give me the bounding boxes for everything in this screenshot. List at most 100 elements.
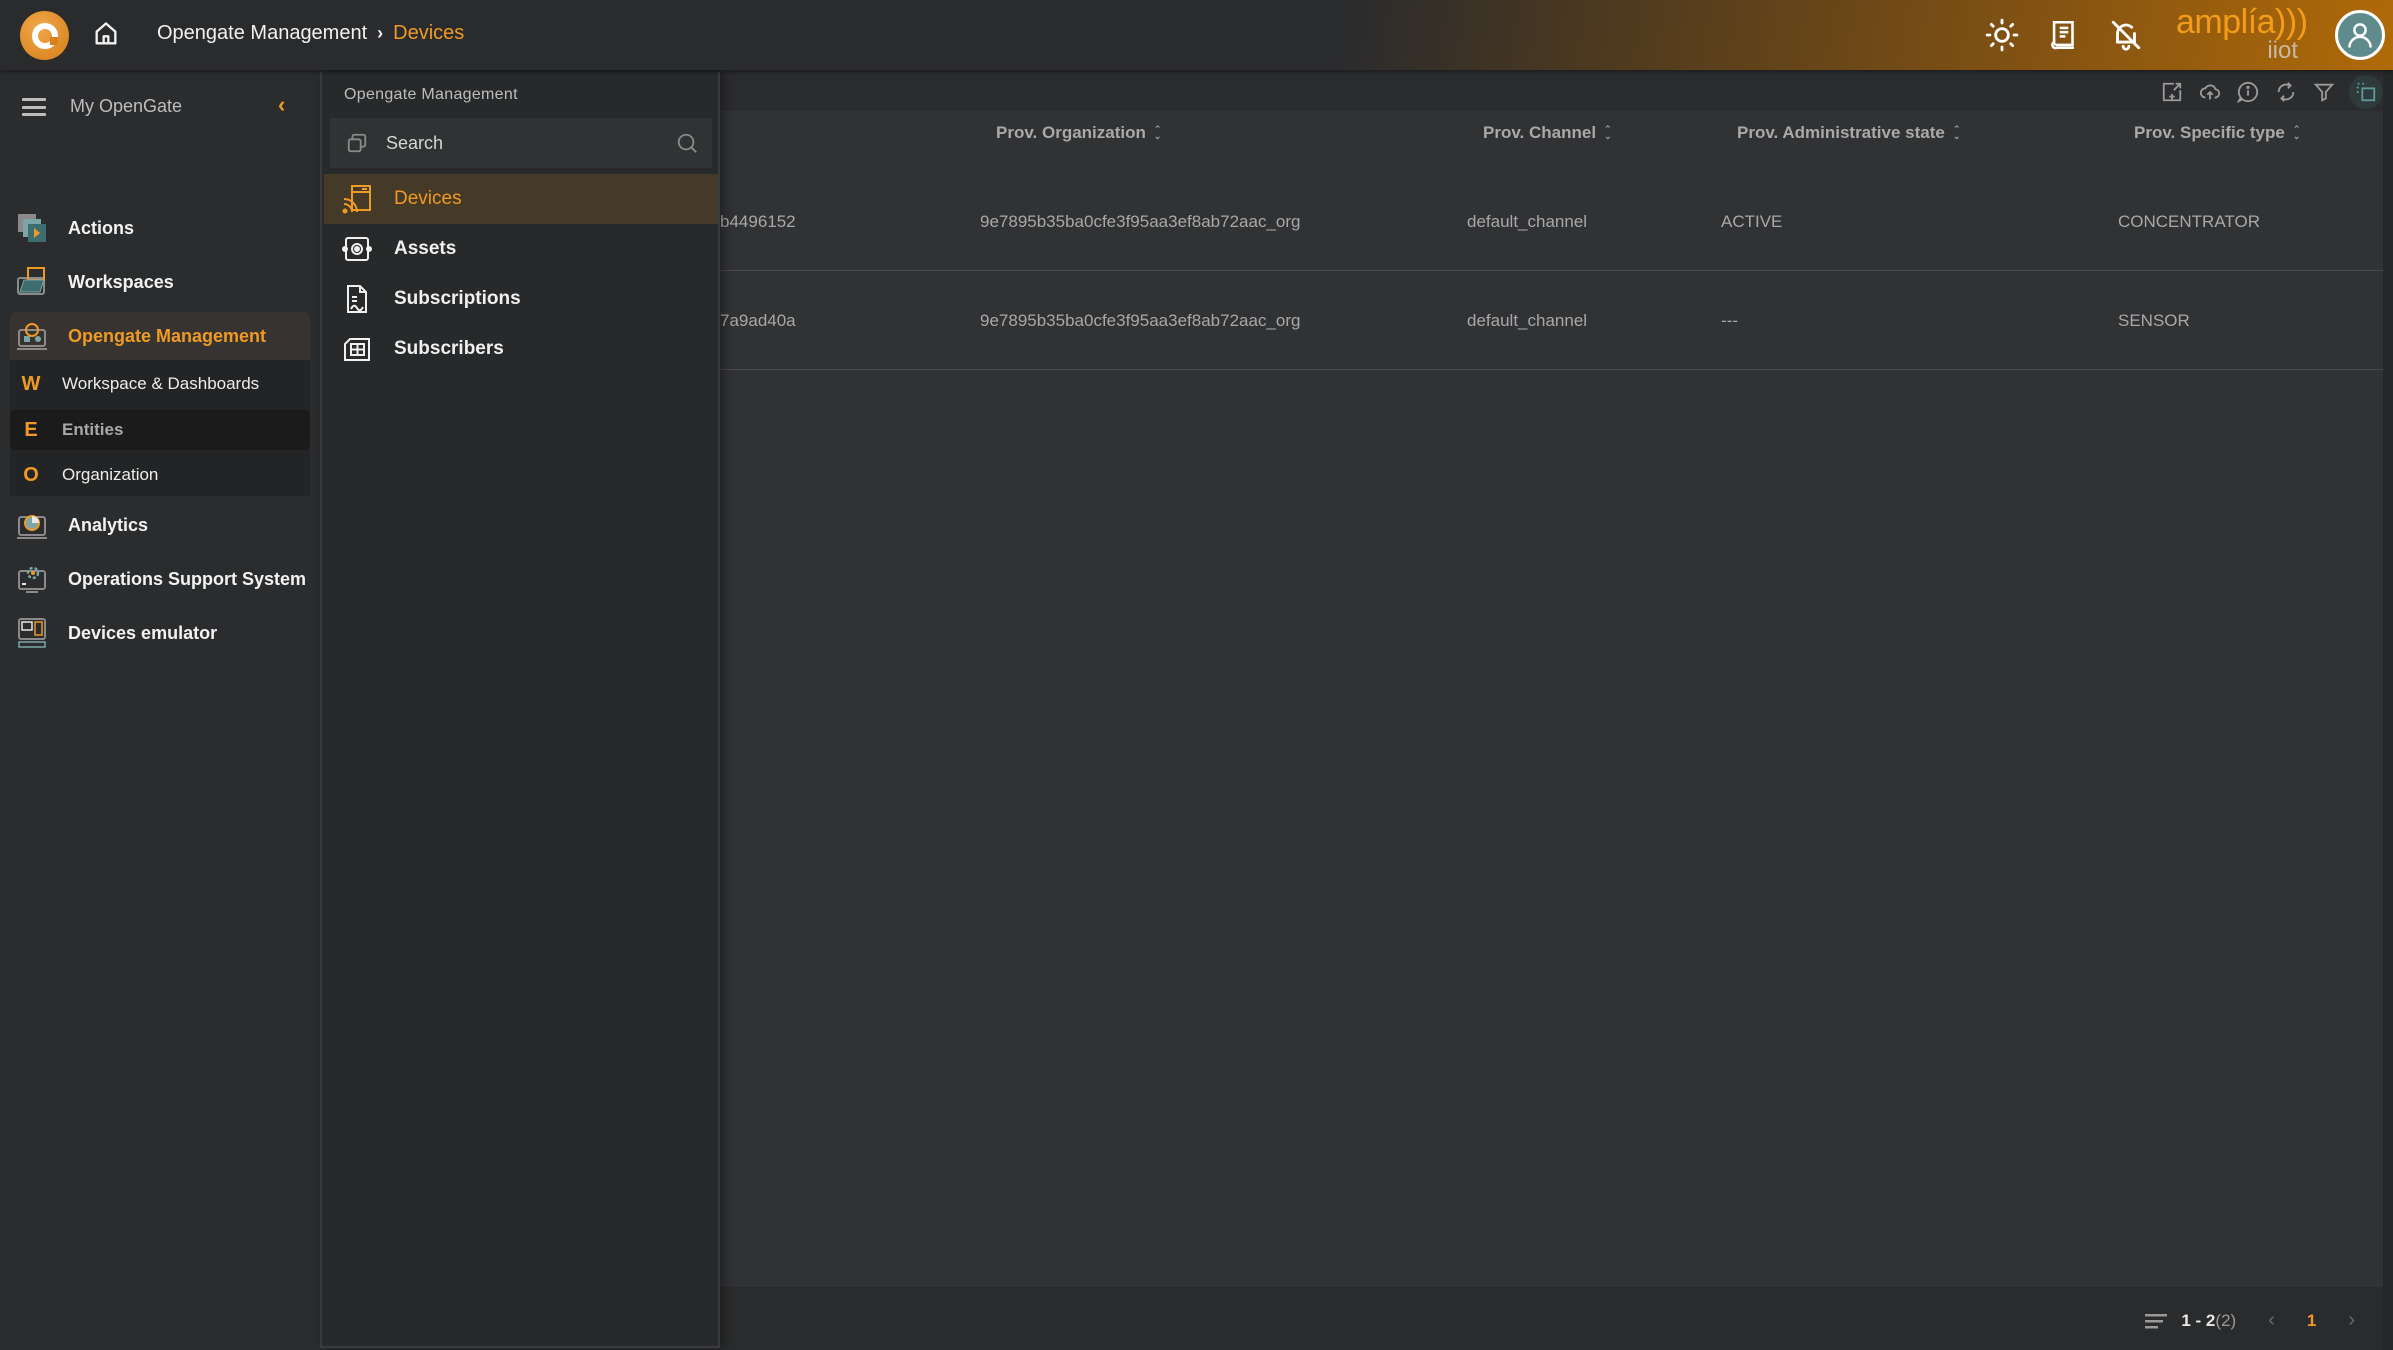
filter-button[interactable] [2311, 79, 2337, 105]
filter-icon [2313, 83, 2335, 102]
scrollbar-track[interactable] [2383, 70, 2393, 1350]
column-header-label: Prov. Channel [1483, 123, 1597, 142]
refresh-icon [2277, 82, 2295, 102]
column-header-prov-organization[interactable]: Prov. Organization ⌃ ⌄ [996, 123, 1161, 143]
devices-icon [342, 185, 371, 214]
column-header-prov-specific-type[interactable]: Prov. Specific type ⌃ ⌄ [2134, 123, 2300, 143]
upload-icon [2199, 84, 2221, 100]
breadcrumb-devices: Devices [393, 22, 465, 44]
notifications-off-icon[interactable] [2109, 18, 2143, 52]
sidebar-item-label: Workspaces [68, 271, 174, 292]
sort-icon[interactable]: ⌃ ⌄ [1154, 125, 1162, 141]
subscriptions-icon [347, 285, 367, 313]
total-count: (2) [2215, 1310, 2237, 1330]
cell-organization: 9e7895b35ba0cfe3f95aa3ef8ab72aac_org [980, 211, 1301, 231]
user-icon [2348, 23, 2372, 48]
collapse-sidebar-icon[interactable]: ‹ [278, 92, 285, 118]
opengate-management-flyout: Opengate Management Devices Assets Subsc… [320, 72, 720, 1348]
operations-support-icon [18, 566, 46, 593]
cell-specific-type: CONCENTRATOR [2118, 211, 2260, 231]
theme-toggle-icon[interactable] [1985, 18, 2019, 52]
analytics-icon [17, 515, 47, 539]
sidebar-item-label: Opengate Management [68, 325, 267, 346]
flyout-item-label: Assets [394, 238, 457, 259]
table-row[interactable]: b4496152 9e7895b35ba0cfe3f95aa3ef8ab72aa… [720, 173, 2383, 271]
sidebar-item-opengate-management[interactable]: Opengate Management [10, 312, 310, 360]
next-page-button[interactable]: › [2348, 1309, 2355, 1332]
search-icon[interactable] [676, 132, 698, 154]
letter-e-icon: E [24, 418, 38, 441]
info-button[interactable] [2235, 79, 2261, 105]
release-notes-icon[interactable] [2047, 18, 2081, 52]
breadcrumb-opengate-management[interactable]: Opengate Management [157, 22, 367, 45]
cell-organization: 9e7895b35ba0cfe3f95aa3ef8ab72aac_org [980, 310, 1301, 330]
select-mode-icon [2356, 82, 2376, 102]
sidebar-item-actions[interactable]: Actions [10, 204, 310, 252]
column-header-label: Prov. Organization [996, 123, 1146, 142]
stack-icon [347, 133, 367, 153]
devices-emulator-icon [18, 618, 46, 648]
cell-admin-state: ACTIVE [1721, 211, 1783, 231]
flyout-item-label: Devices [394, 188, 462, 209]
flyout-item-subscribers[interactable]: Subscribers [324, 324, 718, 374]
cell-admin-state: --- [1721, 310, 1738, 330]
user-avatar-button[interactable] [2335, 10, 2385, 60]
cell-id: b4496152 [720, 211, 796, 231]
export-button[interactable] [2159, 79, 2185, 105]
refresh-button[interactable] [2273, 79, 2299, 105]
sidebar-title: My OpenGate [70, 96, 183, 116]
opengate-management-icon [17, 323, 47, 350]
sidebar-item-label: Devices emulator [68, 622, 218, 643]
actions-icon [18, 214, 46, 242]
column-header-label: Prov. Administrative state [1737, 123, 1945, 142]
flyout-item-subscriptions[interactable]: Subscriptions [324, 274, 718, 324]
sidebar-item-workspaces[interactable]: Workspaces [10, 258, 310, 306]
flyout-search-input[interactable] [386, 132, 676, 154]
amplia-iiot-brand: amplía))) iiot [2176, 3, 2308, 63]
sidebar-subitem-entities[interactable]: E Entities [10, 410, 310, 450]
sidebar-item-label: Analytics [68, 514, 149, 535]
assets-icon [342, 237, 372, 261]
flyout-item-label: Subscriptions [394, 288, 521, 309]
sidebar-item-devices-emulator[interactable]: Devices emulator [10, 609, 310, 657]
column-header-prov-channel[interactable]: Prov. Channel ⌃ ⌄ [1483, 123, 1612, 143]
column-header-label: Prov. Specific type [2134, 123, 2285, 142]
letter-o-icon: O [23, 463, 39, 486]
brand-name: amplía))) [2176, 3, 2308, 41]
subscribers-icon [344, 338, 370, 361]
pagination-range: 1 - 2(2) [2181, 1311, 2236, 1331]
breadcrumb-separator: › [377, 23, 384, 43]
sidebar-subitem-label: Entities [62, 420, 124, 439]
table-row[interactable]: 7a9ad40a 9e7895b35ba0cfe3f95aa3ef8ab72aa… [720, 272, 2383, 370]
sidebar: My OpenGate ‹ Actions Workspaces Opengat… [0, 70, 320, 1350]
opengate-logo[interactable] [20, 11, 69, 60]
hamburger-menu-icon[interactable] [22, 98, 46, 116]
pagination: 1 - 2(2) ‹ 1 › [2145, 1309, 2373, 1332]
select-mode-button[interactable] [2349, 75, 2383, 109]
sidebar-item-label: Operations Support System [68, 568, 307, 589]
export-icon [2162, 82, 2182, 102]
sort-icon[interactable]: ⌃ ⌄ [1604, 125, 1612, 141]
range-text: 1 - 2 [2181, 1310, 2216, 1330]
table-toolbar [2159, 75, 2383, 109]
sort-icon[interactable]: ⌃ ⌄ [2293, 125, 2301, 141]
flyout-title: Opengate Management [344, 86, 518, 103]
sidebar-header: My OpenGate ‹ [0, 82, 320, 130]
sort-icon[interactable]: ⌃ ⌄ [1953, 125, 1961, 141]
home-icon[interactable] [92, 20, 120, 48]
sidebar-item-analytics[interactable]: Analytics [10, 501, 310, 549]
sidebar-item-operations-support-system[interactable]: Operations Support System [10, 555, 310, 603]
sidebar-subitem-workspace-dashboards[interactable]: W Workspace & Dashboards [10, 364, 310, 404]
current-page[interactable]: 1 [2307, 1311, 2316, 1331]
sidebar-subitem-organization[interactable]: O Organization [10, 455, 310, 495]
flyout-item-label: Subscribers [394, 338, 504, 359]
page-size-icon[interactable] [2145, 1313, 2168, 1329]
previous-page-button[interactable]: ‹ [2268, 1309, 2275, 1332]
breadcrumb: Opengate Management › Devices [157, 22, 464, 45]
cell-channel: default_channel [1467, 211, 1588, 231]
devices-table: Prov. Organization ⌃ ⌄ Prov. Channel ⌃ ⌄ P… [720, 111, 2383, 1287]
flyout-item-devices[interactable]: Devices [324, 174, 718, 224]
column-header-prov-administrative-state[interactable]: Prov. Administrative state ⌃ ⌄ [1737, 123, 1960, 143]
upload-button[interactable] [2197, 79, 2223, 105]
flyout-item-assets[interactable]: Assets [324, 224, 718, 274]
